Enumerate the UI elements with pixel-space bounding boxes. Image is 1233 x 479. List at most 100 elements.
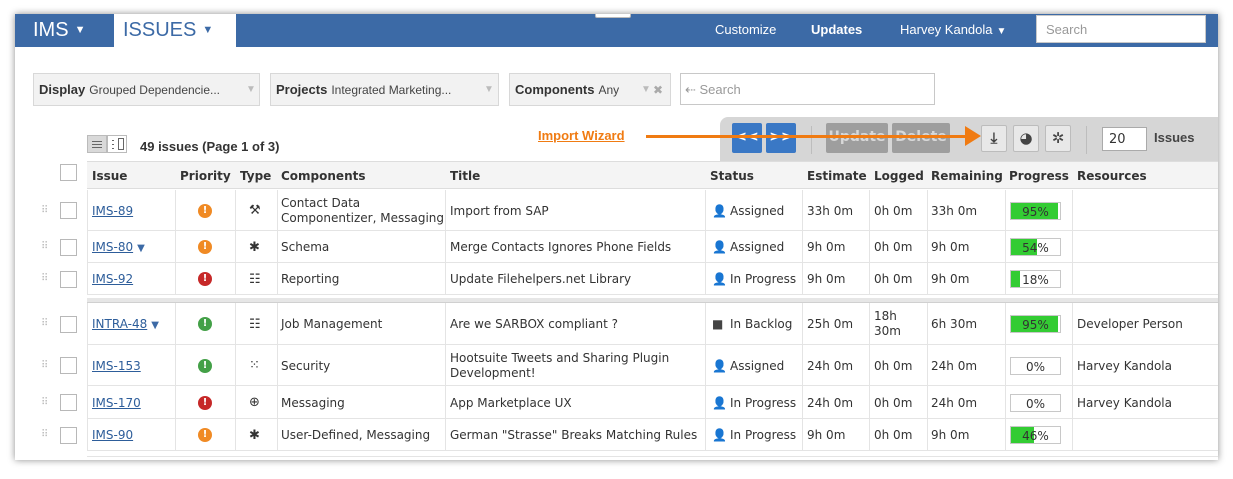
customize-link[interactable]: Customize: [715, 22, 776, 37]
row-checkbox[interactable]: [60, 426, 77, 444]
drag-handle-icon[interactable]: ⠿: [41, 429, 48, 440]
table-row[interactable]: ⠿ IMS-92! ☷ Reporting Update Filehelpers.net…: [15, 263, 1218, 295]
table-row[interactable]: ⠿ IMS-170! ⊕ Messaging App Marketplace UX 👤 In…: [15, 386, 1218, 419]
components-filter-value: Any: [598, 83, 620, 97]
column-header-resources[interactable]: Resources: [1077, 169, 1147, 183]
drag-handle-icon[interactable]: ⠿: [41, 241, 48, 252]
row-checkbox[interactable]: [60, 270, 77, 288]
in-progress-icon: 👤: [712, 395, 727, 410]
progress-bar: 0%: [1010, 393, 1061, 412]
exclamation-orange-icon: !: [198, 428, 212, 442]
app-menu[interactable]: IMS ▼: [33, 19, 85, 42]
task-list-icon: ☷: [249, 271, 261, 287]
clear-filter-icon[interactable]: ✖: [653, 83, 663, 97]
estimate-cell: 9h 0m: [807, 272, 846, 286]
pie-chart-icon[interactable]: ◕: [1013, 125, 1039, 152]
row-checkbox[interactable]: [60, 394, 77, 411]
row-menu-caret-icon[interactable]: ▼: [137, 243, 145, 254]
annotation-arrow-head: [965, 126, 981, 146]
delete-button[interactable]: Delete: [892, 123, 950, 153]
drag-handle-icon[interactable]: ⠿: [41, 318, 48, 329]
table-row[interactable]: ⠿ IMS-80 ▼! ✱ Schema Merge Contacts Ignores P…: [15, 231, 1218, 263]
progress-bar: 18%: [1010, 270, 1061, 288]
table-row[interactable]: ⠿ IMS-89! ⚒ Contact Data Componentizer, Mes…: [15, 190, 1218, 231]
column-header-title[interactable]: Title: [450, 169, 480, 183]
status-cell: In Backlog: [730, 317, 793, 331]
column-header-logged[interactable]: Logged: [874, 169, 924, 183]
issue-search-input[interactable]: ⇠ Search: [680, 73, 935, 105]
select-all-checkbox[interactable]: [60, 164, 77, 181]
issue-key-link[interactable]: IMS-80: [92, 240, 133, 254]
task-list-icon: ☷: [249, 316, 261, 332]
import-download-icon[interactable]: ⤓: [981, 125, 1007, 152]
assigned-icon: 👤: [712, 240, 727, 254]
title-cell[interactable]: Hootsuite Tweets and Sharing Plugin Deve…: [450, 351, 695, 381]
gear-icon[interactable]: ✲: [1045, 125, 1071, 152]
list-view-toggle[interactable]: [87, 135, 107, 153]
column-header-priority[interactable]: Priority: [180, 169, 231, 183]
title-cell[interactable]: Update Filehelpers.net Library: [450, 272, 631, 286]
progress-text: 18%: [1022, 273, 1049, 287]
components-filter[interactable]: Components Any ▼ ✖: [509, 73, 671, 106]
remaining-cell: 9h 0m: [931, 428, 970, 442]
title-cell[interactable]: Are we SARBOX compliant ?: [450, 317, 618, 331]
in-progress-icon: 👤: [712, 272, 727, 286]
table-row[interactable]: ⠿ IMS-90! ✱ User-Defined, Messaging German "…: [15, 419, 1218, 451]
drag-handle-icon[interactable]: ⠿: [41, 360, 48, 371]
drag-handle-icon[interactable]: ⠿: [41, 205, 48, 216]
user-menu[interactable]: Harvey Kandola ▼: [900, 22, 1006, 37]
drag-handle-icon[interactable]: ⠿: [41, 397, 48, 408]
issue-key-link[interactable]: IMS-92: [92, 272, 133, 286]
title-cell[interactable]: Merge Contacts Ignores Phone Fields: [450, 240, 671, 254]
backlog-icon: ■: [712, 317, 724, 331]
row-checkbox[interactable]: [60, 202, 77, 219]
logged-cell: 0h 0m: [874, 428, 913, 442]
section-menu[interactable]: ISSUES ▼: [114, 14, 236, 47]
issue-key-link[interactable]: IMS-90: [92, 428, 133, 442]
components-filter-label: Components: [515, 82, 595, 97]
title-cell[interactable]: App Marketplace UX: [450, 396, 572, 410]
drag-handle-icon[interactable]: ⠿: [41, 273, 48, 284]
estimate-cell: 33h 0m: [807, 203, 854, 218]
column-header-progress[interactable]: Progress: [1009, 169, 1069, 183]
column-header-type[interactable]: Type: [240, 169, 271, 183]
projects-filter[interactable]: Projects Integrated Marketing... ▼: [270, 73, 499, 106]
table-row[interactable]: ⠿ INTRA-48 ▼! ☷ Job Management Are we SARBOX …: [15, 303, 1218, 345]
row-checkbox[interactable]: [60, 315, 77, 333]
row-checkbox[interactable]: [60, 357, 77, 374]
title-cell[interactable]: German "Strasse" Breaks Matching Rules: [450, 428, 697, 442]
display-filter[interactable]: Display Grouped Dependencie... ▼: [33, 73, 260, 106]
column-header-estimate[interactable]: Estimate: [807, 169, 867, 183]
issue-key-link[interactable]: IMS-89: [92, 204, 133, 218]
in-progress-icon: 👤: [712, 428, 727, 442]
table-row[interactable]: ⠿ IMS-153! ⁙ Security Hootsuite Tweets and S…: [15, 345, 1218, 386]
column-header-issue[interactable]: Issue: [92, 169, 127, 183]
row-checkbox[interactable]: [60, 238, 77, 256]
previous-page-button[interactable]: <<: [732, 123, 762, 153]
column-header-status[interactable]: Status: [710, 169, 754, 183]
remaining-cell: 33h 0m: [931, 203, 978, 218]
group-separator: [87, 298, 1218, 303]
global-search-input[interactable]: Search: [1036, 15, 1206, 43]
collapse-handle[interactable]: [595, 14, 631, 18]
assigned-icon: 👤: [712, 358, 727, 373]
issue-key-link[interactable]: IMS-153: [92, 359, 141, 373]
estimate-cell: 9h 0m: [807, 240, 846, 254]
column-header-components[interactable]: Components: [281, 169, 366, 183]
progress-text: 0%: [1025, 359, 1046, 374]
display-filter-value: Grouped Dependencie...: [89, 83, 221, 97]
issue-key-link[interactable]: IMS-170: [92, 396, 141, 410]
page-size-input[interactable]: 20: [1102, 127, 1147, 151]
logged-cell: 0h 0m: [874, 240, 913, 254]
logged-cell: 0h 0m: [874, 272, 913, 286]
column-header-remaining[interactable]: Remaining: [931, 169, 1003, 183]
update-button[interactable]: Update: [826, 123, 888, 153]
next-page-button[interactable]: >>: [766, 123, 796, 153]
issue-key-link[interactable]: INTRA-48: [92, 317, 147, 331]
updates-link[interactable]: Updates: [811, 22, 862, 37]
app-window: IMS ▼ ISSUES ▼ Customize Updates Harvey Ka…: [15, 14, 1218, 460]
row-menu-caret-icon[interactable]: ▼: [151, 320, 159, 331]
estimate-cell: 9h 0m: [807, 428, 846, 442]
split-view-toggle[interactable]: [107, 135, 127, 153]
title-cell[interactable]: Import from SAP: [450, 204, 549, 218]
